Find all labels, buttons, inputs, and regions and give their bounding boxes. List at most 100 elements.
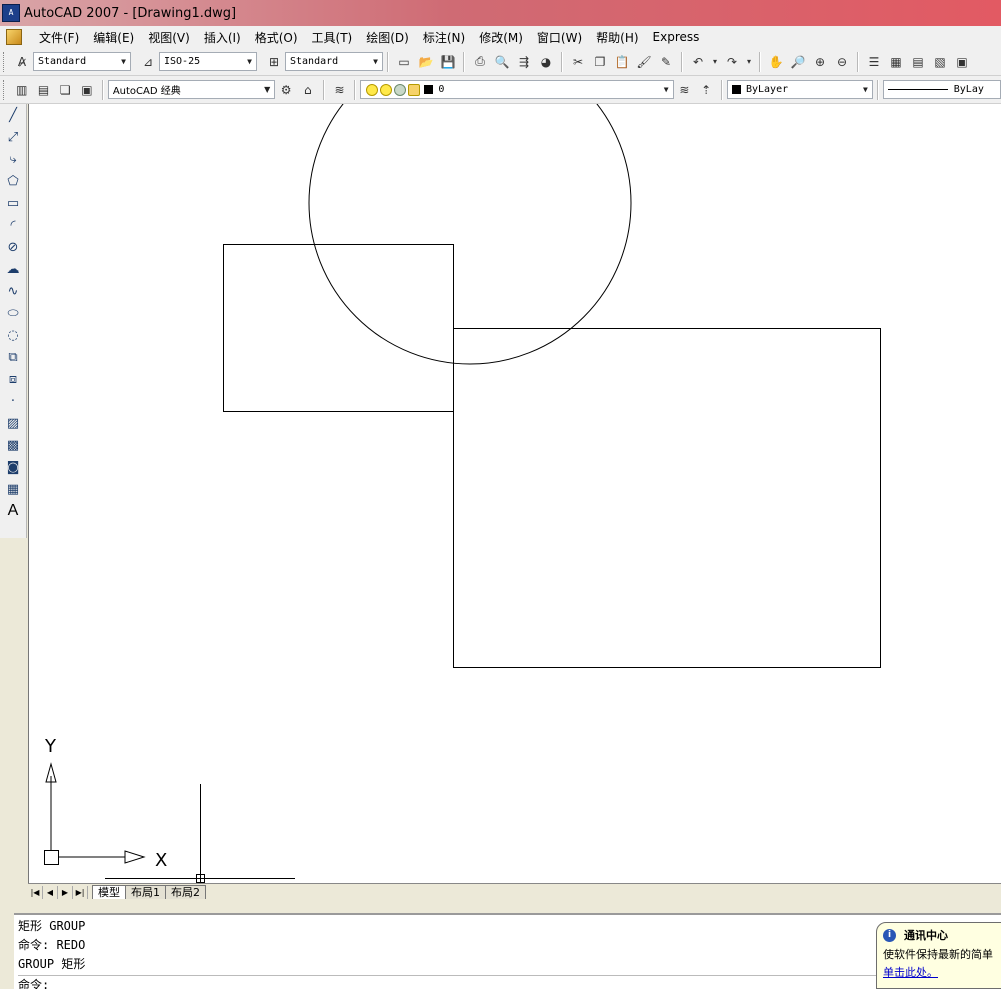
menu-insert[interactable]: 插入(I) bbox=[197, 29, 248, 46]
menu-file[interactable]: 文件(F) bbox=[32, 29, 86, 46]
multiline-text-icon[interactable]: A bbox=[3, 500, 23, 522]
drawn-rectangle-large[interactable] bbox=[453, 328, 881, 668]
workspace-icon-3[interactable]: ❏ bbox=[56, 81, 74, 99]
drawn-circle[interactable] bbox=[308, 104, 632, 365]
comm-center-link[interactable]: 单击此处。 bbox=[883, 964, 1001, 980]
open-file-icon[interactable]: 📂 bbox=[417, 53, 435, 71]
new-file-icon[interactable]: ▭ bbox=[395, 53, 413, 71]
3d-dwf-icon[interactable]: ◕ bbox=[537, 53, 555, 71]
make-object-layer-current-icon[interactable]: ≋ bbox=[676, 81, 694, 99]
autocad-logo-icon[interactable]: A bbox=[2, 4, 20, 22]
spline-icon[interactable]: ∿ bbox=[3, 280, 23, 302]
chevron-down-icon: ▼ bbox=[121, 57, 126, 66]
hatch-icon[interactable]: ▨ bbox=[3, 412, 23, 434]
pan-icon[interactable]: ✋ bbox=[767, 53, 785, 71]
rectangle-icon[interactable]: ▭ bbox=[3, 192, 23, 214]
prev-tab-icon[interactable]: ◀ bbox=[43, 886, 58, 899]
polygon-icon[interactable]: ⬠ bbox=[3, 170, 23, 192]
revision-cloud-icon[interactable]: ☁ bbox=[3, 258, 23, 280]
chevron-down-icon[interactable]: ▾ bbox=[711, 53, 719, 71]
design-center-icon[interactable]: ▦ bbox=[887, 53, 905, 71]
my-workspace-icon[interactable]: ⌂ bbox=[299, 81, 317, 99]
menu-edit[interactable]: 编辑(E) bbox=[86, 29, 141, 46]
construction-line-icon[interactable]: ⤢ bbox=[3, 126, 23, 148]
workspace-icon-2[interactable]: ▤ bbox=[35, 81, 53, 99]
layer-previous-icon[interactable]: ⇡ bbox=[697, 81, 715, 99]
comm-center-balloon[interactable]: i 通讯中心 使软件保持最新的简单 单击此处。 bbox=[876, 922, 1001, 989]
menu-format[interactable]: 格式(O) bbox=[248, 29, 305, 46]
menu-express[interactable]: Express bbox=[646, 30, 707, 44]
workspace-icon-4[interactable]: ▣ bbox=[78, 81, 96, 99]
zoom-realtime-icon[interactable]: 🔎 bbox=[789, 53, 807, 71]
insert-block-icon[interactable]: ⧉ bbox=[3, 346, 23, 368]
paste-icon[interactable]: 📋 bbox=[613, 53, 631, 71]
tab-layout1[interactable]: 布局1 bbox=[125, 885, 166, 899]
chevron-down-icon: ▼ bbox=[373, 57, 378, 66]
toolbar-grip[interactable] bbox=[3, 79, 7, 100]
dim-style-icon[interactable]: ⊿ bbox=[139, 53, 157, 71]
print-icon[interactable]: ⎙ bbox=[471, 53, 489, 71]
block-editor-icon[interactable]: ✎ bbox=[657, 53, 675, 71]
zoom-previous-icon[interactable]: ⊖ bbox=[833, 53, 851, 71]
menu-help[interactable]: 帮助(H) bbox=[589, 29, 645, 46]
undo-icon[interactable]: ↶ bbox=[689, 53, 707, 71]
arc-icon[interactable]: ◜ bbox=[3, 214, 23, 236]
ellipse-icon[interactable]: ⬭ bbox=[3, 302, 23, 324]
line-icon[interactable]: ╱ bbox=[3, 104, 23, 126]
menu-window[interactable]: 窗口(W) bbox=[530, 29, 589, 46]
dim-style-select[interactable]: ISO-25 ▼ bbox=[159, 52, 257, 71]
publish-icon[interactable]: ⇶ bbox=[515, 53, 533, 71]
tab-model[interactable]: 模型 bbox=[92, 885, 126, 899]
drawing-area[interactable]: Y X bbox=[28, 104, 1001, 883]
text-style-select[interactable]: Standard ▼ bbox=[33, 52, 131, 71]
color-select[interactable]: ByLayer ▼ bbox=[726, 80, 873, 99]
workspace-settings-icon[interactable]: ⚙ bbox=[277, 81, 295, 99]
cut-icon[interactable]: ✂ bbox=[569, 53, 587, 71]
menu-modify[interactable]: 修改(M) bbox=[472, 29, 530, 46]
ucs-y-label: Y bbox=[44, 736, 57, 757]
match-properties-icon[interactable]: 🖌 bbox=[635, 53, 653, 71]
last-tab-icon[interactable]: ▶| bbox=[73, 886, 88, 899]
command-prompt[interactable]: 命令: bbox=[18, 975, 997, 989]
workspace-icon-1[interactable]: ▥ bbox=[13, 81, 31, 99]
table-icon[interactable]: ▦ bbox=[3, 478, 23, 500]
table-style-select[interactable]: Standard ▼ bbox=[285, 52, 383, 71]
next-tab-icon[interactable]: ▶ bbox=[58, 886, 73, 899]
workspace-select[interactable]: AutoCAD 经典 ▼ bbox=[107, 80, 276, 99]
gradient-icon[interactable]: ▩ bbox=[3, 434, 23, 456]
polyline-icon[interactable]: ⤷ bbox=[3, 148, 23, 170]
region-icon[interactable]: ◙ bbox=[3, 456, 23, 478]
properties-icon[interactable]: ☰ bbox=[865, 53, 883, 71]
menu-view[interactable]: 视图(V) bbox=[141, 29, 197, 46]
circle-icon[interactable]: ⊘ bbox=[3, 236, 23, 258]
make-block-icon[interactable]: ⧈ bbox=[3, 368, 23, 390]
save-icon[interactable]: 💾 bbox=[439, 53, 457, 71]
document-icon[interactable] bbox=[6, 29, 22, 45]
markup-icon[interactable]: ▣ bbox=[953, 53, 971, 71]
tab-layout2[interactable]: 布局2 bbox=[165, 885, 206, 899]
comm-center-title: 通讯中心 bbox=[904, 929, 948, 942]
menu-draw[interactable]: 绘图(D) bbox=[359, 29, 416, 46]
sheet-set-icon[interactable]: ▧ bbox=[931, 53, 949, 71]
layer-manager-icon[interactable]: ≋ bbox=[331, 81, 349, 99]
copy-icon[interactable]: ❐ bbox=[591, 53, 609, 71]
print-preview-icon[interactable]: 🔍 bbox=[493, 53, 511, 71]
tool-palettes-icon[interactable]: ▤ bbox=[909, 53, 927, 71]
zoom-window-icon[interactable]: ⊕ bbox=[811, 53, 829, 71]
toolbar-separator bbox=[322, 79, 325, 100]
redo-icon[interactable]: ↷ bbox=[723, 53, 741, 71]
first-tab-icon[interactable]: |◀ bbox=[28, 886, 43, 899]
window-title: AutoCAD 2007 - [Drawing1.dwg] bbox=[24, 5, 237, 21]
toolbar-grip[interactable] bbox=[3, 51, 7, 72]
ellipse-arc-icon[interactable]: ◌ bbox=[3, 324, 23, 346]
menu-dimension[interactable]: 标注(N) bbox=[416, 29, 472, 46]
layer-select[interactable]: 0 ▼ bbox=[360, 80, 674, 99]
drawn-rectangle-small[interactable] bbox=[223, 244, 454, 412]
text-style-icon[interactable]: A̷ bbox=[13, 53, 31, 71]
command-window[interactable]: 矩形 GROUP 命令: REDO GROUP 矩形 命令: bbox=[14, 913, 1001, 989]
point-icon[interactable]: · bbox=[3, 390, 23, 412]
menu-tools[interactable]: 工具(T) bbox=[305, 29, 360, 46]
linetype-select[interactable]: ByLay bbox=[882, 80, 1001, 99]
table-style-icon[interactable]: ⊞ bbox=[265, 53, 283, 71]
chevron-down-icon[interactable]: ▾ bbox=[745, 53, 753, 71]
